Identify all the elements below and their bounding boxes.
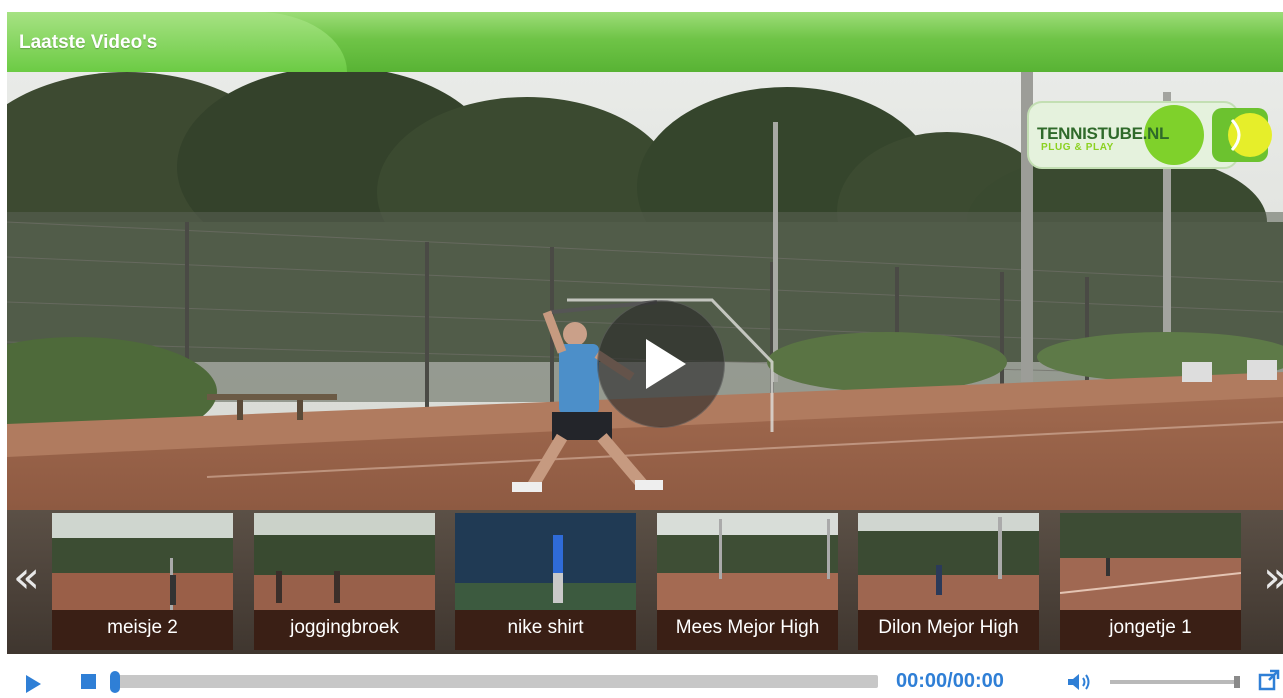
volume-handle[interactable] <box>1234 676 1240 688</box>
playlist-item[interactable]: jongetje 1 <box>1060 513 1241 650</box>
play-video-button[interactable] <box>597 300 725 428</box>
fullscreen-icon[interactable] <box>1258 669 1280 691</box>
volume-slider[interactable] <box>1110 680 1240 684</box>
playlist-item[interactable]: Dilon Mejor High <box>858 513 1039 650</box>
playlist-item[interactable]: meisje 2 <box>52 513 233 650</box>
section-title: Laatste Video's <box>19 32 158 53</box>
volume-icon[interactable] <box>1066 670 1094 694</box>
playlist-item-title: Dilon Mejor High <box>858 610 1039 650</box>
logo-tagline: PLUG & PLAY <box>1041 142 1114 153</box>
playlist-prev-button[interactable]: « <box>13 556 40 600</box>
playlist-item[interactable]: nike shirt <box>455 513 636 650</box>
logo-text: TENNISTUBE.NL <box>1037 124 1170 143</box>
total-time: 00:00 <box>952 670 1004 692</box>
stop-icon[interactable] <box>81 674 96 689</box>
playlist-item-title: meisje 2 <box>52 610 233 650</box>
playlist-item[interactable]: joggingbroek <box>254 513 435 650</box>
playlist-next-button[interactable]: » <box>1263 556 1283 600</box>
player-controls: 00:00/00:00 <box>0 654 1283 698</box>
seek-bar[interactable] <box>111 675 878 688</box>
play-icon <box>646 339 686 389</box>
playlist-item-title: Mees Mejor High <box>657 610 838 650</box>
time-display: 00:00/00:00 <box>896 670 1004 693</box>
play-icon[interactable] <box>26 675 41 693</box>
current-time: 00:00 <box>896 670 948 692</box>
playlist-item-title: joggingbroek <box>254 610 435 650</box>
playlist-strip: « meisje 2 joggingbroek nike shirt Mees … <box>7 510 1283 654</box>
playlist-item[interactable]: Mees Mejor High <box>657 513 838 650</box>
seek-handle[interactable] <box>110 671 120 693</box>
playlist-item-title: jongetje 1 <box>1060 610 1241 650</box>
playlist-item-title: nike shirt <box>455 610 636 650</box>
video-player[interactable]: TENNISTUBE.NL PLUG & PLAY <box>7 72 1283 510</box>
section-header: Laatste Video's <box>7 12 1283 72</box>
